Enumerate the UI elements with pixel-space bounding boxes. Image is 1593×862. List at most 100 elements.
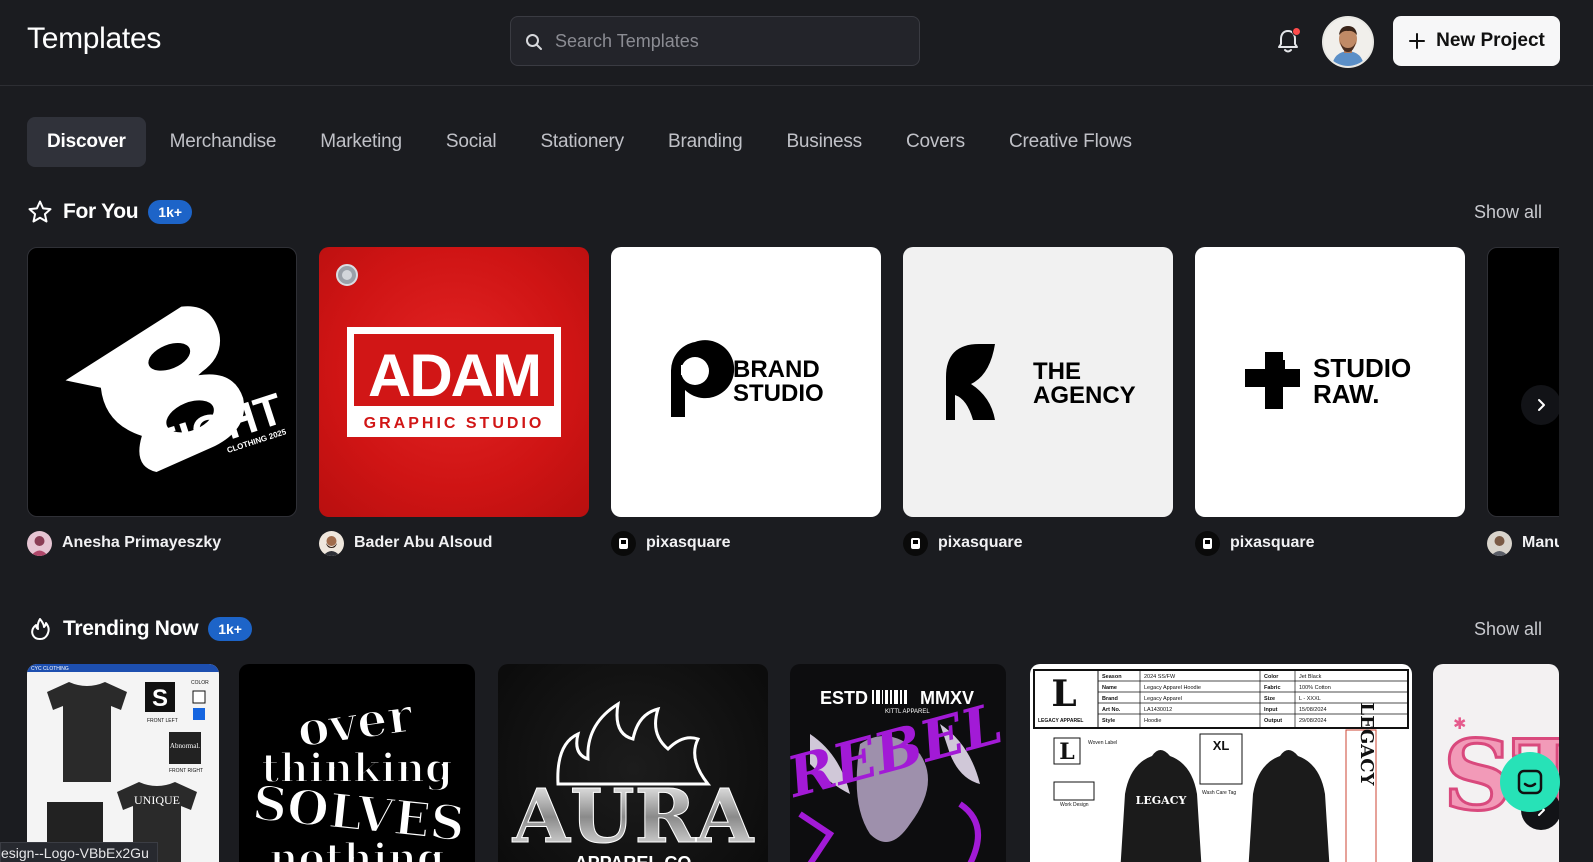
tab-merchandise[interactable]: Merchandise [150,117,297,167]
user-avatar-image [1324,18,1372,66]
for-you-title: For You [63,200,139,223]
svg-text:2024 SS/FW: 2024 SS/FW [1144,674,1176,680]
author-avatar [1487,530,1512,556]
svg-text:Brand: Brand [1102,696,1118,702]
svg-text:L - XXXL: L - XXXL [1299,696,1321,702]
template-thumbnail[interactable]: ADAM GRAPHIC STUDIO [319,247,589,517]
trending-show-all-link[interactable]: Show all [1474,619,1542,640]
template-card[interactable]: THE AGENCY pixasquare [903,247,1173,556]
trending-title: Trending Now [63,617,199,640]
svg-text:Legacy Apparel: Legacy Apparel [1144,696,1182,702]
tab-stationery[interactable]: Stationery [520,117,644,167]
legacy-techpack-art: L LEGACY APPAREL Season 2024 SS/FW Color… [1033,669,1409,862]
mockup-label3: Abnormal. [170,742,200,750]
svg-text:Output: Output [1264,718,1282,724]
template-card[interactable]: AURA APPAREL.CO [498,664,768,862]
user-avatar[interactable] [1322,16,1374,68]
tab-covers[interactable]: Covers [886,117,985,167]
brand-line2: STUDIO [733,380,824,407]
raw-line2: RAW. [1313,379,1379,409]
for-you-header: For You 1k+ Show all [27,197,1542,227]
template-card[interactable]: ADAM GRAPHIC STUDIO Bader Abu Alsoud [319,247,589,556]
template-thumbnail[interactable]: THE AGENCY [903,247,1173,517]
svg-text:Style: Style [1102,718,1115,724]
svg-text:✱: ✱ [1453,714,1466,733]
tab-business[interactable]: Business [766,117,882,167]
template-card[interactable]: ESTD KITTL APPAREL MMXV REBEL [790,664,1006,862]
brand-studio-logo-art: BRAND STUDIO [670,340,824,417]
legacy-work: Work Design [1060,802,1089,808]
new-project-button[interactable]: New Project [1393,16,1560,66]
svg-text:Jet Black: Jet Black [1299,674,1322,680]
brand-line1: BRAND [733,356,820,383]
card-author[interactable]: Anesha Primayeszky [27,530,297,556]
legacy-wash: Wash Care Tag [1202,790,1236,796]
template-card[interactable]: over thinking SOLVES nothing [239,664,475,862]
adam-word: ADAM [368,342,540,409]
tab-social[interactable]: Social [426,117,517,167]
search-icon [526,34,542,50]
template-thumbnail[interactable] [1487,247,1559,517]
studio-raw-logo-art: STUDIO RAW. [1245,352,1411,409]
for-you-carousel: EIGHT CLOTHING 2025 Anesha Primayeszky A… [27,247,1559,557]
card-author[interactable]: pixasquare [611,530,881,556]
mockup-label2: FRONT LEFT [147,718,178,724]
svg-text:LA1430012: LA1430012 [1144,707,1172,713]
template-card[interactable]: BRAND STUDIO pixasquare [611,247,881,556]
for-you-next-button[interactable] [1521,385,1559,425]
svg-text:Size: Size [1264,696,1275,702]
legacy-brand: LEGACY APPAREL [1038,718,1083,724]
template-thumbnail[interactable]: BRAND STUDIO [611,247,881,517]
card-author[interactable]: Manu [1487,530,1559,556]
svg-text:100% Cotton: 100% Cotton [1299,685,1331,691]
rebel-top1: ESTD [820,688,868,708]
search-input[interactable] [555,17,905,65]
chat-support-button[interactable] [1500,752,1560,812]
top-bar: Templates New Project [0,0,1593,86]
for-you-show-all-link[interactable]: Show all [1474,202,1542,223]
rebel-art: ESTD KITTL APPAREL MMXV REBEL [790,688,1006,862]
template-card[interactable]: CYC CLOTHING S FRONT LEFT COLOR Abnormal… [27,664,219,862]
card-author[interactable]: pixasquare [903,530,1173,556]
svg-text:S: S [152,685,168,712]
search-box[interactable] [510,16,920,66]
adam-sub: GRAPHIC STUDIO [364,415,545,432]
trending-header: Trending Now 1k+ Show all [27,614,1542,644]
star-icon [28,200,52,223]
svg-text:L: L [1051,673,1076,715]
flame-icon [31,618,50,640]
template-thumbnail[interactable]: EIGHT CLOTHING 2025 [27,247,297,517]
mockup-label4: FRONT RIGHT [169,768,203,774]
notification-dot [1292,27,1301,36]
tab-discover[interactable]: Discover [27,117,146,167]
aura-art: AURA APPAREL.CO [511,700,756,862]
svg-text:29/08/2024: 29/08/2024 [1299,718,1327,724]
legacy-woven: Woven Label [1088,740,1117,746]
template-card[interactable]: EIGHT CLOTHING 2025 Anesha Primayeszky [27,247,297,556]
card-author[interactable]: pixasquare [1195,530,1465,556]
svg-text:15/08/2024: 15/08/2024 [1299,707,1327,713]
link-preview-url: esign--Logo-VBbEx2Gu [0,842,158,862]
author-avatar [903,530,928,556]
card-author[interactable]: Bader Abu Alsoud [319,530,589,556]
author-name: Bader Abu Alsoud [354,534,493,551]
tab-creative-flows[interactable]: Creative Flows [989,117,1152,167]
svg-text:Hoodie: Hoodie [1144,718,1161,724]
tab-branding[interactable]: Branding [648,117,762,167]
overthinking-art: over thinking SOLVES nothing [249,686,469,862]
tab-marketing[interactable]: Marketing [300,117,422,167]
template-card[interactable]: STUDIO RAW. pixasquare [1195,247,1465,556]
notifications-button[interactable] [1273,26,1303,56]
template-thumbnail[interactable]: STUDIO RAW. [1195,247,1465,517]
category-tabs: Discover Merchandise Marketing Social St… [27,117,1152,167]
adam-logo-art: ADAM GRAPHIC STUDIO [336,264,561,437]
trending-count-badge: 1k+ [208,617,252,641]
author-name: Manu [1522,534,1559,551]
for-you-count-badge: 1k+ [148,200,193,224]
svg-text:Input: Input [1264,707,1278,713]
author-name: pixasquare [646,534,731,551]
svg-text:Fabric: Fabric [1264,685,1281,691]
chat-icon [1517,769,1543,795]
author-avatar [611,530,636,556]
template-card[interactable]: L LEGACY APPAREL Season 2024 SS/FW Color… [1030,664,1412,862]
